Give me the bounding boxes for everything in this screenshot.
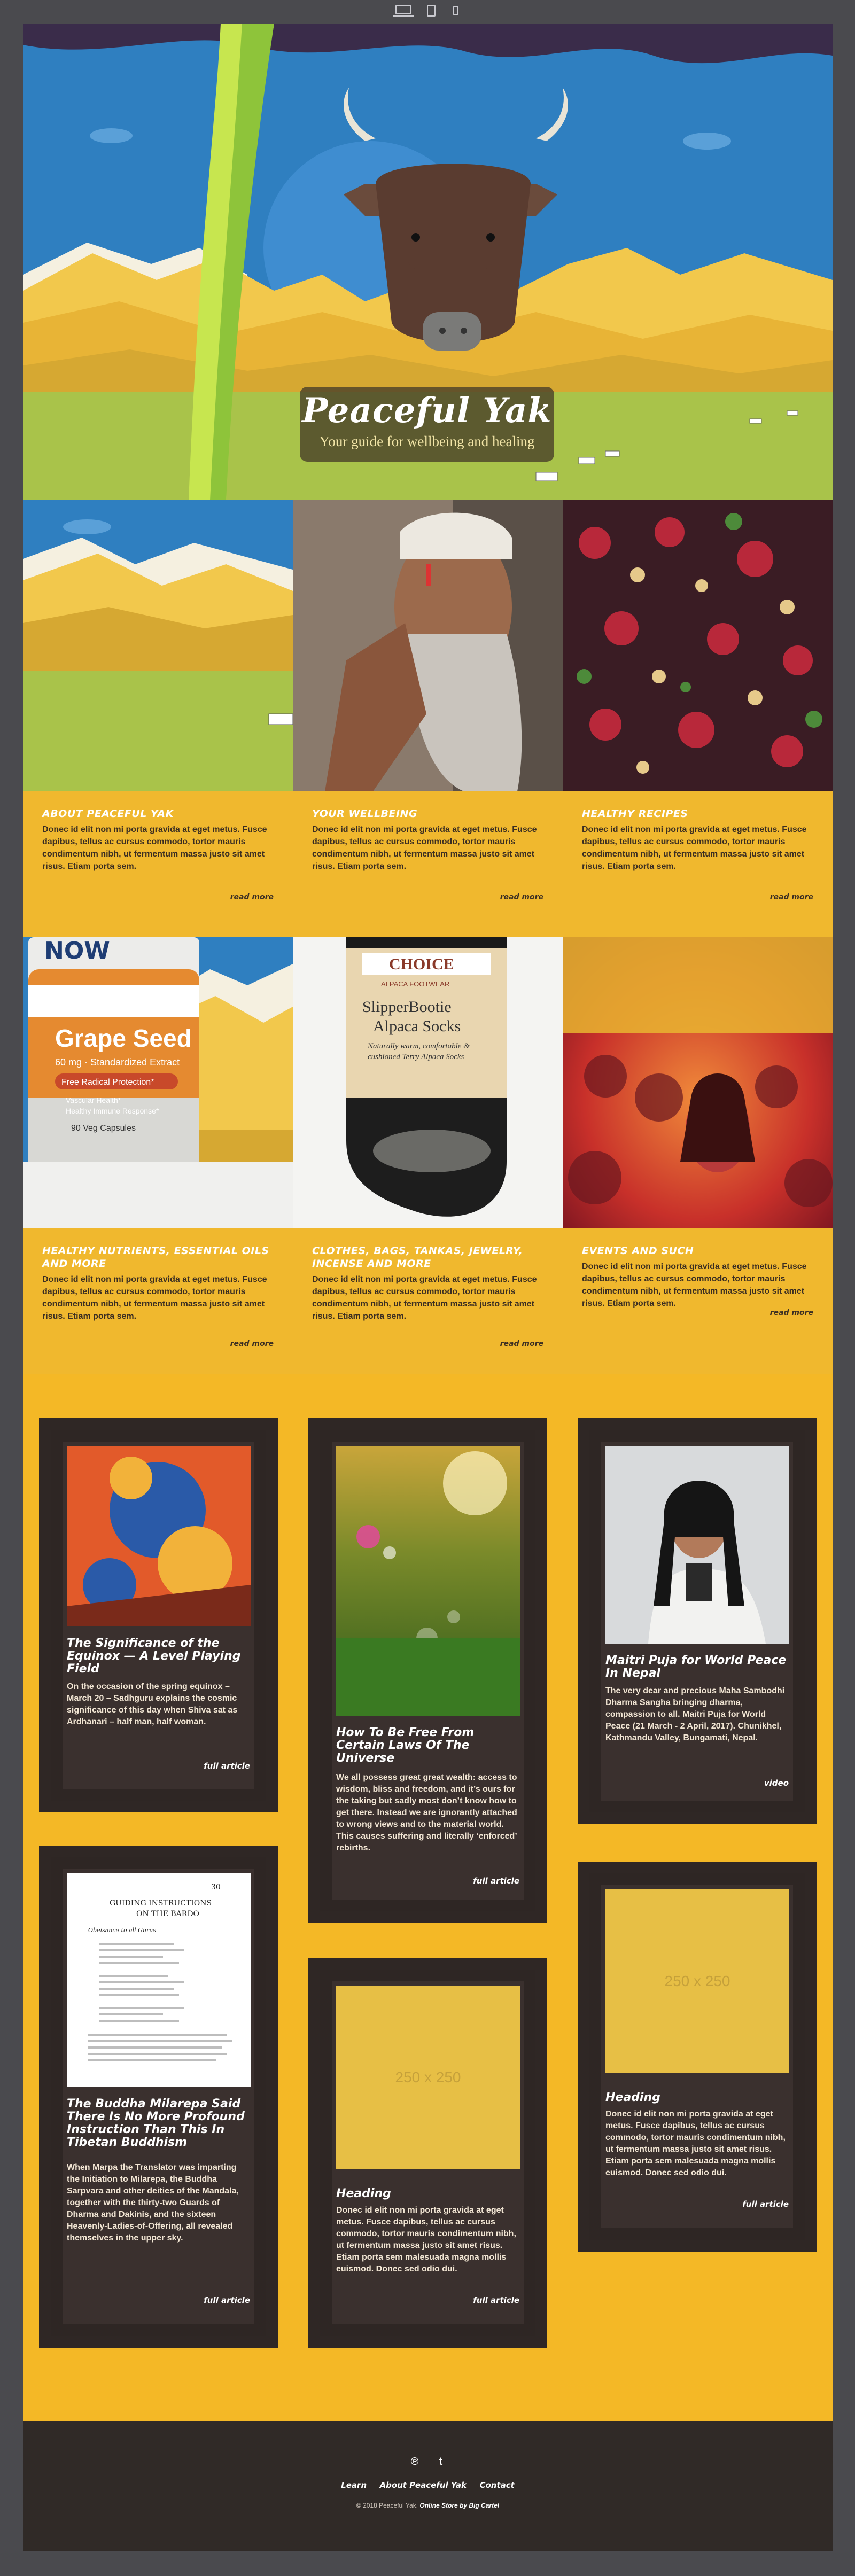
tile-title: YOUR WELLBEING <box>312 808 418 820</box>
tile-about-image <box>23 500 293 791</box>
tile-clothes-image: CHOICE ALPACA FOOTWEAR SlipperBootie Alp… <box>293 937 563 1228</box>
image-placeholder: 250 x 250 <box>336 1986 520 2169</box>
socks-sub-text: ALPACA FOOTWEAR <box>381 980 449 988</box>
article-title[interactable]: How To Be Free From Certain Laws Of The … <box>336 1726 523 1765</box>
footer-link-contact[interactable]: Contact <box>479 2480 514 2490</box>
copyright-text: © 2018 Peaceful Yak. <box>356 2502 418 2509</box>
footer-link-learn[interactable]: Learn <box>341 2480 367 2490</box>
article-excerpt: The very dear and precious Maha Sambodhi… <box>605 1686 785 1742</box>
tile-clothes-text: CLOTHES, BAGS, TANKAS, JEWELRY, INCENSE … <box>293 1228 563 1374</box>
read-more-link[interactable]: read more <box>230 893 274 901</box>
full-article-link[interactable]: full article <box>742 2199 789 2209</box>
tile-events-image <box>563 937 833 1228</box>
tile-recipes-text: HEALTHY RECIPES Donec id elit non mi por… <box>563 791 833 937</box>
read-more-link[interactable]: read more <box>500 893 543 901</box>
full-article-link[interactable]: full article <box>204 1761 250 1771</box>
article-card[interactable]: 250 x 250 Heading Donec id elit non mi p… <box>308 1958 547 2348</box>
socks-name2-text: Alpaca Socks <box>373 1017 461 1035</box>
article-excerpt: Donec id elit non mi porta gravida at eg… <box>336 2206 516 2274</box>
article-excerpt: We all possess great great wealth: acces… <box>336 1773 517 1853</box>
book-heading-1: GUIDING INSTRUCTIONS <box>110 1899 212 1908</box>
bottle-sub1-text: Vascular Health* <box>66 1096 121 1104</box>
article-card[interactable]: Maitri Puja for World Peace In Nepal The… <box>578 1418 817 1824</box>
article-title[interactable]: The Significance of the Equinox — A Leve… <box>67 1637 254 1676</box>
bottle-sub2-text: Healthy Immune Response* <box>66 1107 159 1115</box>
tile-about-text: ABOUT PEACEFUL YAK Donec id elit non mi … <box>23 791 293 937</box>
socks-brand-text: CHOICE <box>389 955 454 973</box>
article-title[interactable]: The Buddha Milarepa Said There Is No Mor… <box>67 2098 254 2149</box>
footer-nav: Learn About Peaceful Yak Contact <box>23 2480 833 2491</box>
image-placeholder: 250 x 250 <box>605 1889 789 2073</box>
tile-recipes-image <box>563 500 833 791</box>
tile-title: ABOUT PEACEFUL YAK <box>42 808 174 820</box>
socks-desc1-text: Naturally warm, comfortable & <box>367 1042 470 1050</box>
full-article-link[interactable]: full article <box>204 2295 250 2305</box>
socks-name-text: SlipperBootie <box>362 998 452 1016</box>
phone-icon[interactable] <box>453 6 458 15</box>
article-image <box>336 1446 520 1716</box>
tile-row-1: ABOUT PEACEFUL YAK Donec id elit non mi … <box>23 500 833 937</box>
bottle-tag-text: Free Radical Protection* <box>61 1078 154 1087</box>
book-subtitle: Obeisance to all Gurus <box>88 1927 156 1934</box>
article-image <box>605 1446 789 1644</box>
logo-title: Peaceful Yak <box>302 391 552 431</box>
full-article-link[interactable]: full article <box>473 1876 519 1886</box>
page-frame: Peaceful Yak Your guide for wellbeing an… <box>23 24 833 2551</box>
article-excerpt: When Marpa the Translator was imparting … <box>67 2163 239 2243</box>
article-card[interactable]: 250 x 250 Heading Donec id elit non mi p… <box>578 1862 817 2252</box>
tile-title: EVENTS AND SUCH <box>582 1245 694 1257</box>
hero-banner: Peaceful Yak Your guide for wellbeing an… <box>23 24 833 500</box>
bottle-brand-text: NOW <box>44 937 110 964</box>
article-card[interactable]: 30 GUIDING INSTRUCTIONS ON THE BARDO Obe… <box>39 1846 278 2348</box>
tile-title: HEALTHY RECIPES <box>582 808 688 820</box>
tile-wellbeing-image <box>293 500 563 791</box>
big-cartel-link[interactable]: Online Store by Big Cartel <box>419 2502 499 2509</box>
laptop-icon[interactable] <box>393 5 414 17</box>
tile-title: CLOTHES, BAGS, TANKAS, JEWELRY, INCENSE … <box>312 1245 523 1270</box>
tile-events-text: EVENTS AND SUCH Donec id elit non mi por… <box>563 1228 833 1374</box>
tile-body: Donec id elit non mi porta gravida at eg… <box>582 1262 807 1308</box>
book-page-number: 30 <box>211 1883 221 1892</box>
article-card[interactable]: How To Be Free From Certain Laws Of The … <box>308 1418 547 1923</box>
tile-title: HEALTHY NUTRIENTS, ESSENTIAL OILS AND MO… <box>42 1245 269 1270</box>
bottle-caps-text: 90 Veg Capsules <box>71 1124 136 1133</box>
footer-link-about[interactable]: About Peaceful Yak <box>380 2480 467 2490</box>
full-article-link[interactable]: full article <box>473 2295 519 2305</box>
tile-body: Donec id elit non mi porta gravida at eg… <box>582 825 807 871</box>
tumblr-icon[interactable]: t <box>434 2455 447 2468</box>
bottle-name-text: Grape Seed <box>55 1024 192 1052</box>
pinterest-icon[interactable]: ℗ <box>408 2455 421 2468</box>
socks-desc2-text: cushioned Terry Alpaca Socks <box>368 1053 464 1061</box>
read-more-link[interactable]: read more <box>770 1309 813 1317</box>
article-title[interactable]: Heading <box>605 2091 792 2104</box>
tablet-icon[interactable] <box>427 5 436 17</box>
read-more-link[interactable]: read more <box>230 1340 274 1348</box>
article-excerpt: Donec id elit non mi porta gravida at eg… <box>605 2110 786 2177</box>
tile-nutrients-text: HEALTHY NUTRIENTS, ESSENTIAL OILS AND MO… <box>23 1228 293 1374</box>
article-image <box>67 1446 251 1626</box>
article-excerpt: On the occasion of the spring equinox – … <box>67 1682 238 1726</box>
bottle-dose-text: 60 mg · Standardized Extract <box>55 1057 180 1068</box>
logo-tagline: Your guide for wellbeing and healing <box>319 433 535 449</box>
video-link[interactable]: video <box>764 1778 789 1788</box>
read-more-link[interactable]: read more <box>770 893 813 901</box>
tile-wellbeing-text: YOUR WELLBEING Donec id elit non mi port… <box>293 791 563 937</box>
device-preview-bar <box>0 0 855 24</box>
site-logo[interactable]: Peaceful Yak Your guide for wellbeing an… <box>300 387 554 462</box>
tile-nutrients-image: NOW Grape Seed 60 mg · Standardized Extr… <box>23 937 293 1228</box>
book-heading-2: ON THE BARDO <box>136 1910 199 1918</box>
site-footer: ℗ t Learn About Peaceful Yak Contact © 2… <box>23 2421 833 2551</box>
article-card[interactable]: The Significance of the Equinox — A Leve… <box>39 1418 278 1812</box>
tile-body: Donec id elit non mi porta gravida at eg… <box>42 1275 267 1321</box>
tile-row-2: NOW Grape Seed 60 mg · Standardized Extr… <box>23 937 833 1374</box>
copyright: © 2018 Peaceful Yak. Online Store by Big… <box>23 2502 833 2509</box>
article-image: 30 GUIDING INSTRUCTIONS ON THE BARDO Obe… <box>67 1873 251 2087</box>
article-title[interactable]: Maitri Puja for World Peace In Nepal <box>605 1654 792 1680</box>
article-title[interactable]: Heading <box>336 2188 523 2200</box>
tile-body: Donec id elit non mi porta gravida at eg… <box>312 1275 537 1321</box>
tile-body: Donec id elit non mi porta gravida at eg… <box>42 825 267 871</box>
tile-body: Donec id elit non mi porta gravida at eg… <box>312 825 537 871</box>
read-more-link[interactable]: read more <box>500 1340 543 1348</box>
